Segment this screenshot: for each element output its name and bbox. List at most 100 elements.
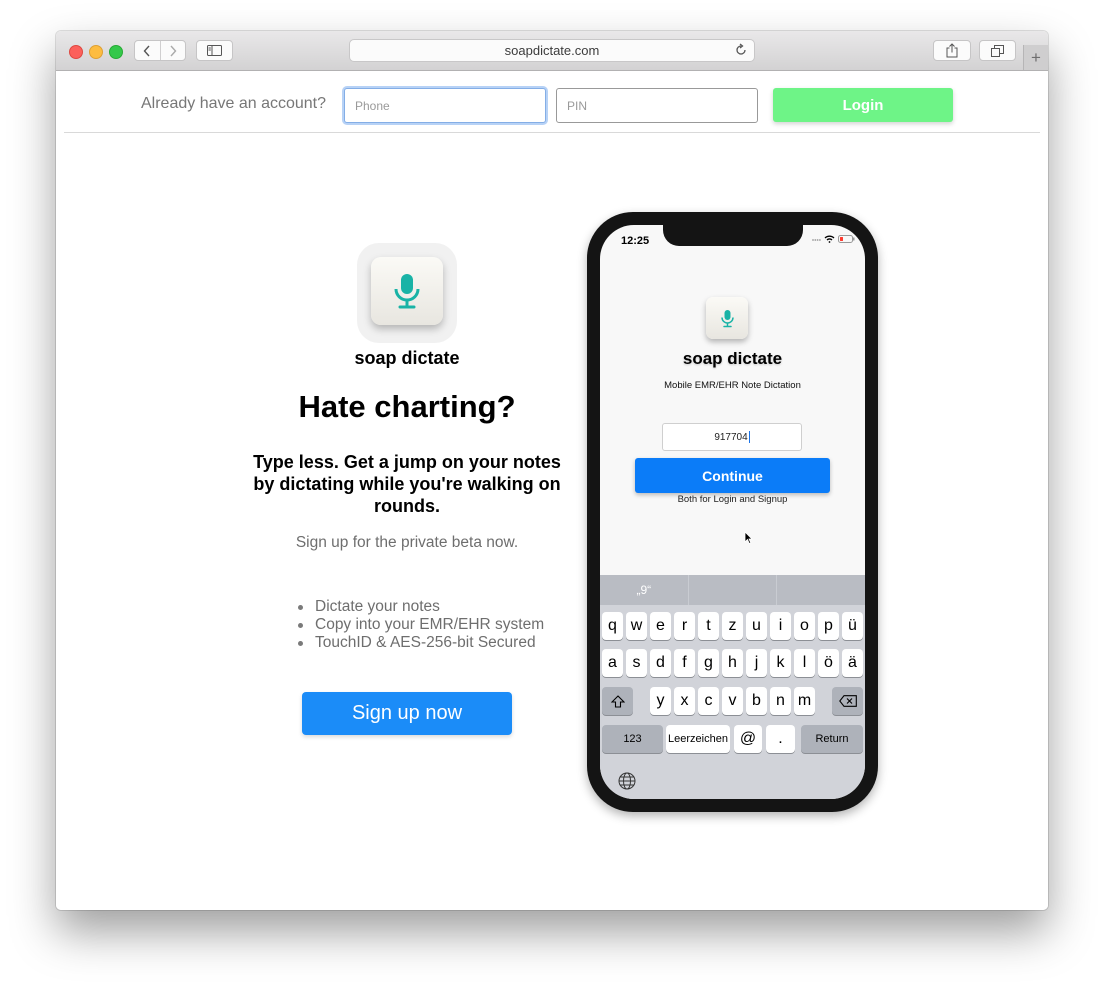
- login-prompt: Already have an account?: [141, 95, 327, 112]
- brand-name: soap dictate: [354, 348, 460, 368]
- tabs-overview-icon: [991, 44, 1004, 57]
- sidebar-icon: [207, 45, 222, 56]
- shift-arrow-icon: [610, 694, 625, 708]
- share-button[interactable]: [933, 40, 971, 61]
- code-value: 917704: [714, 431, 748, 443]
- phone-app-logo: [706, 297, 748, 339]
- history-nav: [134, 40, 186, 61]
- phone-mockup: 12:25 soap dictate Mobile EMR/EHR Note D: [587, 212, 878, 812]
- key-oe[interactable]: ö: [818, 649, 839, 677]
- browser-window: soapdictate.com + Already have an accoun…: [56, 31, 1048, 910]
- key-r[interactable]: r: [674, 612, 695, 640]
- key-d[interactable]: d: [650, 649, 671, 677]
- key-o[interactable]: o: [794, 612, 815, 640]
- chevron-right-icon: [170, 45, 177, 56]
- phone-brand-name: soap dictate: [682, 349, 783, 368]
- key-ae[interactable]: ä: [842, 649, 863, 677]
- sidebar-toggle-button[interactable]: [196, 40, 233, 61]
- key-i[interactable]: i: [770, 612, 791, 640]
- key-q[interactable]: q: [602, 612, 623, 640]
- signal-dots-icon: [812, 238, 821, 241]
- key-ue[interactable]: ü: [842, 612, 863, 640]
- address-bar[interactable]: soapdictate.com: [349, 39, 755, 62]
- battery-icon: [838, 235, 855, 243]
- url-text: soapdictate.com: [504, 43, 600, 58]
- key-m[interactable]: m: [794, 687, 815, 715]
- onscreen-keyboard: „9“ q w e r t z u i o p ü a s d f g h j …: [600, 575, 865, 799]
- key-u[interactable]: u: [746, 612, 767, 640]
- reload-icon[interactable]: [734, 43, 748, 57]
- space-key[interactable]: Leerzeichen: [666, 725, 730, 753]
- phone-screen: 12:25 soap dictate Mobile EMR/EHR Note D: [600, 225, 865, 799]
- key-j[interactable]: j: [746, 649, 767, 677]
- key-t[interactable]: t: [698, 612, 719, 640]
- phone-code-input[interactable]: 917704: [662, 423, 802, 451]
- dot-key[interactable]: .: [766, 725, 795, 753]
- at-key[interactable]: @: [734, 725, 762, 753]
- page-content: Already have an account? Login soap dict…: [56, 71, 1048, 910]
- key-l[interactable]: l: [794, 649, 815, 677]
- phone-input[interactable]: [344, 88, 546, 123]
- mouse-cursor-icon: [744, 531, 753, 545]
- key-f[interactable]: f: [674, 649, 695, 677]
- suggestion-item[interactable]: [687, 575, 777, 605]
- numbers-key[interactable]: 123: [602, 725, 663, 753]
- login-button[interactable]: Login: [773, 88, 953, 122]
- key-p[interactable]: p: [818, 612, 839, 640]
- feature-item: TouchID & AES-256-bit Secured: [297, 634, 544, 652]
- sign-up-button[interactable]: Sign up now: [302, 692, 512, 735]
- app-logo: [357, 243, 457, 343]
- pin-input[interactable]: [556, 88, 758, 123]
- key-k[interactable]: k: [770, 649, 791, 677]
- key-h[interactable]: h: [722, 649, 743, 677]
- key-c[interactable]: c: [698, 687, 719, 715]
- feature-item: Dictate your notes: [297, 598, 544, 616]
- status-icons: [812, 235, 855, 243]
- phone-notch: [663, 225, 803, 246]
- zoom-window-button[interactable]: [109, 45, 123, 59]
- key-n[interactable]: n: [770, 687, 791, 715]
- key-z[interactable]: z: [722, 612, 743, 640]
- suggestion-item[interactable]: [776, 575, 865, 605]
- phone-tagline: Mobile EMR/EHR Note Dictation: [664, 380, 801, 391]
- key-w[interactable]: w: [626, 612, 647, 640]
- microphone-icon: [720, 309, 734, 327]
- key-y[interactable]: y: [650, 687, 671, 715]
- subheadline: Type less. Get a jump on your notes by d…: [253, 452, 561, 516]
- key-e[interactable]: e: [650, 612, 671, 640]
- text-caret: [748, 431, 750, 443]
- backspace-icon: [838, 695, 857, 707]
- keyboard-suggestions: „9“: [600, 575, 865, 605]
- backspace-key[interactable]: [832, 687, 863, 715]
- back-button[interactable]: [135, 41, 160, 60]
- status-time: 12:25: [621, 235, 650, 247]
- key-a[interactable]: a: [602, 649, 623, 677]
- key-g[interactable]: g: [698, 649, 719, 677]
- minimize-window-button[interactable]: [89, 45, 103, 59]
- show-tabs-button[interactable]: [979, 40, 1016, 61]
- globe-icon[interactable]: [618, 772, 636, 790]
- login-bar: Already have an account? Login: [64, 71, 1040, 133]
- plus-icon: +: [1031, 47, 1041, 67]
- key-v[interactable]: v: [722, 687, 743, 715]
- close-window-button[interactable]: [69, 45, 83, 59]
- beta-text: Sign up for the private beta now.: [295, 534, 519, 551]
- forward-button[interactable]: [159, 41, 186, 60]
- share-icon: [946, 43, 958, 58]
- chevron-left-icon: [143, 45, 150, 56]
- phone-login-signup-note: Both for Login and Signup: [677, 494, 788, 505]
- new-tab-button[interactable]: +: [1023, 45, 1048, 70]
- feature-list: Dictate your notes Copy into your EMR/EH…: [297, 598, 544, 652]
- microphone-icon: [394, 274, 420, 309]
- wifi-icon: [824, 235, 835, 243]
- key-b[interactable]: b: [746, 687, 767, 715]
- browser-toolbar: soapdictate.com +: [56, 31, 1048, 71]
- suggestion-item[interactable]: „9“: [600, 575, 688, 605]
- feature-item: Copy into your EMR/EHR system: [297, 616, 544, 634]
- page-headline: Hate charting?: [298, 389, 516, 424]
- phone-continue-button[interactable]: Continue: [635, 458, 830, 493]
- shift-key[interactable]: [602, 687, 633, 715]
- key-x[interactable]: x: [674, 687, 695, 715]
- return-key[interactable]: Return: [801, 725, 863, 753]
- key-s[interactable]: s: [626, 649, 647, 677]
